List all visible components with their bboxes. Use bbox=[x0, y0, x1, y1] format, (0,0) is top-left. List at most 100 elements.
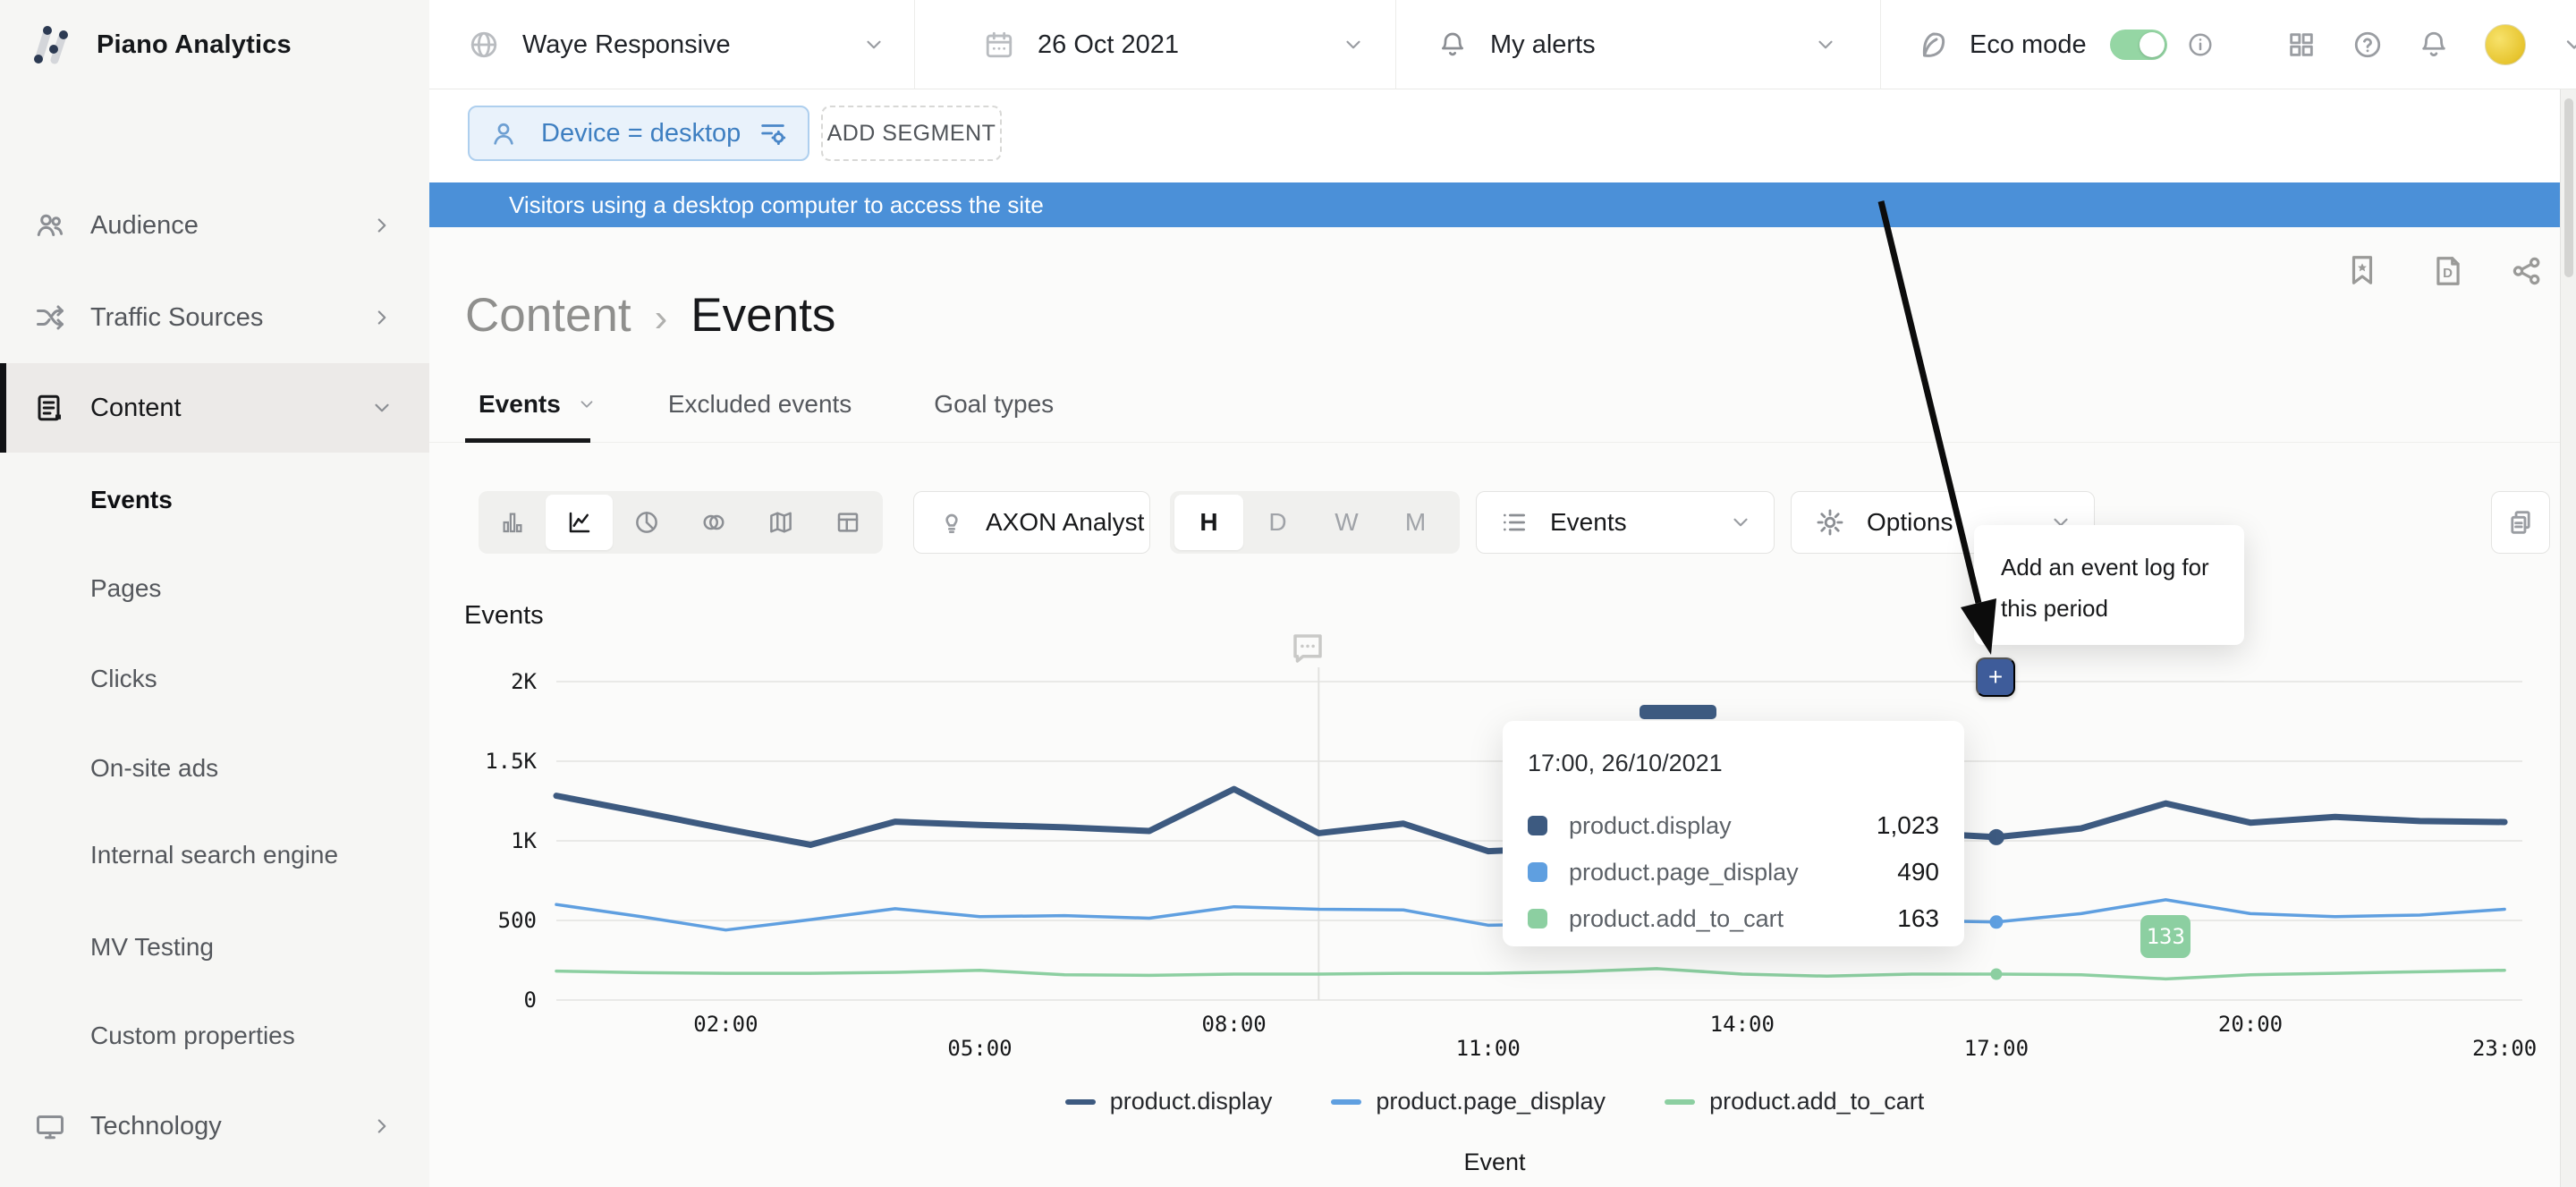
sidebar-item-events[interactable]: Events bbox=[0, 468, 429, 532]
avatar[interactable] bbox=[2485, 24, 2526, 65]
copy-chart-button[interactable] bbox=[2491, 491, 2550, 554]
segment-settings-icon[interactable] bbox=[758, 118, 788, 148]
sidebar-item-label: Pages bbox=[90, 574, 161, 603]
granularity-month[interactable]: M bbox=[1381, 495, 1450, 550]
site-picker[interactable]: Waye Responsive bbox=[469, 0, 916, 89]
sidebar-item-custom-properties[interactable]: Custom properties bbox=[0, 1004, 429, 1068]
eco-mode-toggle[interactable] bbox=[2110, 30, 2167, 60]
notifications-bell-icon[interactable] bbox=[2419, 30, 2449, 60]
venn-diagram-icon[interactable] bbox=[680, 491, 747, 554]
series-label: product.page_display bbox=[1569, 859, 1799, 886]
legend-dash bbox=[1065, 1099, 1096, 1105]
sidebar-item-technology[interactable]: Technology bbox=[0, 1094, 429, 1158]
date-picker[interactable]: 26 Oct 2021 bbox=[984, 0, 1377, 89]
breadcrumb-section[interactable]: Content bbox=[465, 288, 631, 343]
tooltip-row: product.display 1,023 bbox=[1528, 811, 1939, 840]
popover-text-line2: this period bbox=[2001, 588, 2244, 629]
granularity-hour[interactable]: H bbox=[1174, 495, 1243, 550]
legend-label: product.display bbox=[1110, 1088, 1273, 1115]
piano-analytics-app: Piano Analytics Waye Responsive 26 Oct 2… bbox=[0, 0, 2576, 1187]
metric-select[interactable]: Events bbox=[1476, 491, 1775, 554]
chevron-down-icon bbox=[370, 396, 394, 420]
chart-tooltip: 17:00, 26/10/2021 product.display 1,023 … bbox=[1503, 721, 1964, 946]
page-title: Events bbox=[691, 288, 835, 343]
list-icon bbox=[1500, 508, 1529, 537]
table-icon[interactable] bbox=[814, 491, 881, 554]
eco-mode-label: Eco mode bbox=[1970, 30, 2087, 60]
divider bbox=[1880, 0, 1881, 89]
brand[interactable]: Piano Analytics bbox=[0, 0, 429, 89]
sidebar-item-label: Audience bbox=[90, 211, 199, 241]
chevron-right-icon bbox=[370, 306, 394, 329]
sidebar-item-label: MV Testing bbox=[90, 933, 214, 962]
leaf-icon bbox=[1918, 29, 1950, 61]
chevron-right-icon bbox=[370, 1115, 394, 1138]
shuffle-icon bbox=[34, 301, 66, 334]
svg-text:D: D bbox=[2443, 266, 2453, 281]
gear-icon bbox=[1815, 507, 1845, 538]
tab-bar: Events Excluded events Goal types bbox=[479, 390, 1054, 419]
sidebar-item-traffic-sources[interactable]: Traffic Sources bbox=[0, 285, 429, 350]
add-segment-button[interactable]: ADD SEGMENT bbox=[821, 106, 1002, 161]
sidebar: Audience Traffic Sources Content Events … bbox=[0, 89, 429, 1187]
bookmark-icon[interactable] bbox=[2345, 252, 2379, 293]
active-indicator bbox=[0, 363, 6, 453]
bar-chart-icon[interactable] bbox=[479, 491, 546, 554]
monitor-icon bbox=[34, 1110, 66, 1142]
sidebar-item-pages[interactable]: Pages bbox=[0, 556, 429, 621]
segment-chip-device-desktop[interactable]: Device = desktop bbox=[468, 106, 809, 161]
series-label: product.add_to_cart bbox=[1569, 905, 1784, 933]
site-name: Waye Responsive bbox=[522, 30, 731, 60]
chart-legend: product.display product.page_display pro… bbox=[429, 1088, 2560, 1115]
x-axis-title: Event bbox=[429, 1149, 2560, 1176]
series-swatch bbox=[1528, 862, 1547, 882]
tooltip-row: product.add_to_cart 163 bbox=[1528, 904, 1939, 933]
sidebar-item-clicks[interactable]: Clicks bbox=[0, 647, 429, 711]
min-value-badge: 133 bbox=[2140, 915, 2190, 958]
pie-chart-icon[interactable] bbox=[613, 491, 680, 554]
axon-analyst-button[interactable]: AXON Analyst bbox=[913, 491, 1150, 554]
sidebar-item-internal-search[interactable]: Internal search engine bbox=[0, 823, 429, 887]
brand-name: Piano Analytics bbox=[97, 30, 292, 60]
alerts-picker[interactable]: My alerts bbox=[1438, 0, 1850, 89]
sidebar-item-label: On-site ads bbox=[90, 754, 218, 783]
tab-chevron-down-icon[interactable] bbox=[577, 394, 597, 414]
info-icon[interactable] bbox=[2187, 31, 2214, 58]
sidebar-item-label: Traffic Sources bbox=[90, 303, 263, 333]
map-icon[interactable] bbox=[747, 491, 814, 554]
account-chevron-down-icon[interactable] bbox=[2562, 32, 2576, 57]
person-icon bbox=[489, 119, 518, 148]
chevron-down-icon bbox=[1729, 511, 1752, 534]
chart-title: Events bbox=[464, 601, 544, 631]
granularity-day[interactable]: D bbox=[1243, 495, 1312, 550]
alerts-label: My alerts bbox=[1490, 30, 1596, 60]
chevron-down-icon bbox=[1814, 33, 1837, 56]
chart-type-switcher bbox=[479, 491, 883, 554]
tab-events[interactable]: Events bbox=[479, 390, 561, 419]
series-value: 163 bbox=[1897, 904, 1939, 933]
legend-item-product-display[interactable]: product.display bbox=[1065, 1088, 1273, 1115]
x-tick-label: 23:00 bbox=[2451, 1036, 2558, 1061]
share-icon[interactable] bbox=[2510, 254, 2544, 293]
help-icon[interactable] bbox=[2352, 30, 2383, 60]
vertical-scrollbar[interactable] bbox=[2560, 89, 2576, 1187]
granularity-week[interactable]: W bbox=[1312, 495, 1381, 550]
apps-grid-icon[interactable] bbox=[2286, 30, 2317, 60]
tooltip-row: product.page_display 490 bbox=[1528, 858, 1939, 886]
tab-goal-types[interactable]: Goal types bbox=[934, 390, 1054, 419]
export-document-icon[interactable]: D bbox=[2431, 254, 2465, 293]
x-tick-label: 20:00 bbox=[2197, 1012, 2304, 1037]
sidebar-item-content[interactable]: Content bbox=[0, 363, 429, 453]
legend-item-product-page-display[interactable]: product.page_display bbox=[1331, 1088, 1606, 1115]
tab-excluded-events[interactable]: Excluded events bbox=[668, 390, 852, 419]
sidebar-item-label: Content bbox=[90, 394, 182, 423]
sidebar-item-mv-testing[interactable]: MV Testing bbox=[0, 915, 429, 979]
legend-item-product-add-to-cart[interactable]: product.add_to_cart bbox=[1665, 1088, 1924, 1115]
series-label: product.display bbox=[1569, 812, 1732, 840]
scrollbar-thumb[interactable] bbox=[2564, 98, 2573, 277]
line-chart-icon[interactable] bbox=[546, 495, 613, 550]
add-event-log-popover: Add an event log for this period bbox=[1974, 525, 2244, 645]
add-event-log-button[interactable]: + bbox=[1976, 657, 2015, 697]
sidebar-item-audience[interactable]: Audience bbox=[0, 193, 429, 258]
sidebar-item-onsite-ads[interactable]: On-site ads bbox=[0, 736, 429, 801]
